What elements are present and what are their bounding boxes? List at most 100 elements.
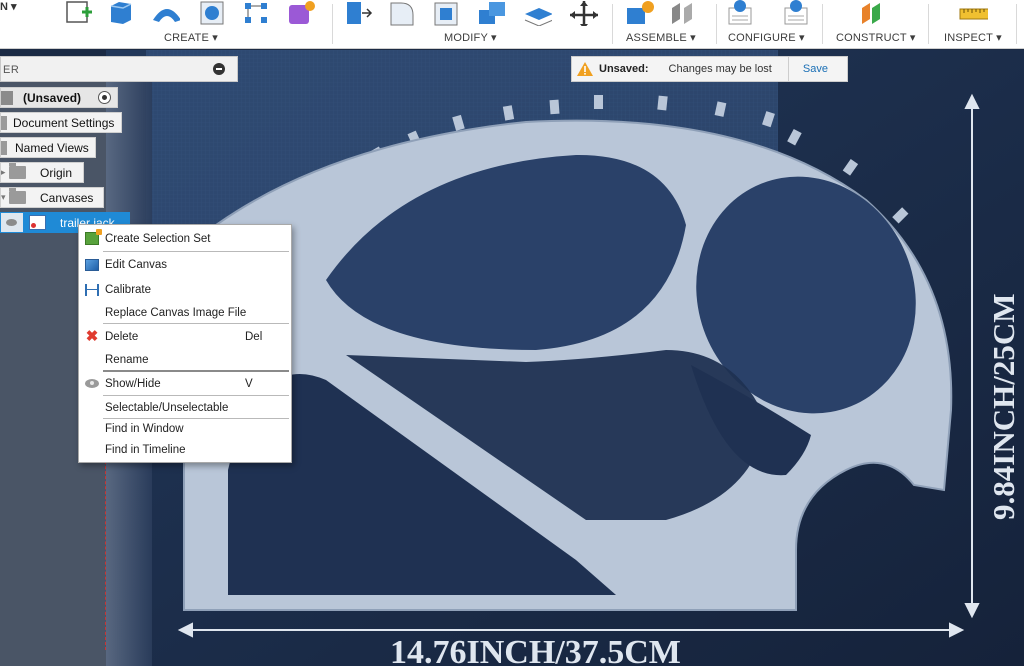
settings-icon [1, 115, 7, 130]
menu-item-label: Replace Canvas Image File [105, 306, 247, 319]
root-label: (Unsaved) [23, 90, 82, 105]
canvas-image-icon [29, 215, 46, 230]
form-icon[interactable] [286, 0, 316, 26]
document-icon [1, 90, 13, 105]
configure-group: CONFIGURE ▾ [722, 0, 818, 49]
menu-item-label: Show/Hide [105, 377, 161, 390]
menu-item-label: Find in Timeline [105, 443, 186, 456]
new-component-icon[interactable] [624, 0, 654, 26]
eye-icon [85, 379, 99, 388]
create-group: CREATE ▾ [60, 0, 330, 49]
menu-separator [103, 323, 289, 324]
fillet-icon[interactable] [388, 0, 418, 26]
modify-group: MODIFY ▾ [340, 0, 620, 49]
activate-radio-icon[interactable] [98, 91, 111, 104]
folder-icon [9, 188, 26, 204]
folder-icon [9, 163, 26, 179]
assemble-group: ASSEMBLE ▾ [618, 0, 716, 49]
origin-label: Origin [40, 165, 73, 180]
toolbar-divider [822, 4, 823, 44]
pattern-icon[interactable] [242, 0, 272, 26]
tree-node-named-views[interactable]: Named Views [0, 137, 96, 158]
inspect-group: INSPECT ▾ [934, 0, 1014, 49]
shortcut-label: Del [245, 330, 263, 343]
toolbar-divider [928, 4, 929, 44]
width-annotation: 14.76INCH/37.5CM [390, 634, 681, 666]
unsaved-notification: Unsaved: Changes may be lost Save [571, 56, 848, 82]
save-link[interactable]: Save [803, 63, 828, 75]
shortcut-label: V [245, 377, 253, 390]
canvases-label: Canvases [40, 190, 94, 205]
construct-group: CONSTRUCT ▾ [828, 0, 924, 49]
menu-item-find-in-window[interactable]: Find in Window [79, 418, 291, 439]
menu-item-label: Find in Window [105, 422, 184, 435]
create-menu[interactable]: CREATE ▾ [164, 31, 218, 44]
calibrate-icon [85, 283, 99, 296]
toolbar-divider [1016, 4, 1017, 44]
named-views-label: Named Views [15, 140, 89, 155]
configure-menu[interactable]: CONFIGURE ▾ [728, 31, 805, 44]
tree-node-document-settings[interactable]: Document Settings [0, 112, 122, 133]
menu-item-delete[interactable]: ✖ Delete Del [79, 326, 291, 347]
menu-item-show-hide[interactable]: Show/Hide V [79, 373, 291, 394]
menu-item-selectable[interactable]: Selectable/Unselectable [79, 397, 291, 418]
divider [787, 56, 789, 82]
selection-set-icon [85, 229, 102, 245]
menu-item-create-selection-set[interactable]: Create Selection Set [79, 228, 291, 249]
measure-icon[interactable] [958, 0, 988, 26]
edit-canvas-icon [85, 258, 99, 271]
unsaved-label: Unsaved: [599, 63, 649, 75]
modify-menu[interactable]: MODIFY ▾ [444, 31, 497, 44]
hole-icon[interactable] [198, 0, 228, 26]
menu-item-label: Selectable/Unselectable [105, 401, 229, 414]
toolbar-divider [332, 4, 333, 44]
main-toolbar: N ▾ CREATE ▾ MODIFY ▾ ASSEMBLE ▾ CONFIGU… [0, 0, 1024, 49]
menu-item-label: Edit Canvas [105, 258, 168, 271]
revolve-icon[interactable] [150, 0, 180, 26]
inspect-menu[interactable]: INSPECT ▾ [944, 31, 1002, 44]
visibility-eye-icon[interactable] [1, 213, 23, 232]
menu-item-label: Delete [105, 330, 139, 343]
menu-item-find-in-timeline[interactable]: Find in Timeline [79, 439, 291, 460]
toolbar-divider [612, 4, 613, 44]
offset-face-icon[interactable] [522, 0, 552, 26]
unsaved-message: Changes may be lost [668, 63, 772, 75]
document-settings-label: Document Settings [13, 115, 115, 130]
browser-header: ER [0, 56, 238, 82]
menu-item-calibrate[interactable]: Calibrate [79, 279, 291, 300]
tree-node-root[interactable]: (Unsaved) [0, 87, 118, 108]
menu-item-label: Calibrate [105, 283, 152, 296]
configure-rule-icon[interactable] [782, 0, 812, 26]
menu-item-rename[interactable]: Rename [79, 349, 291, 370]
new-sketch-icon[interactable] [64, 0, 94, 26]
warning-icon [577, 62, 593, 76]
menu-item-label: Rename [105, 353, 149, 366]
offset-plane-icon[interactable] [858, 0, 888, 26]
menu-separator [103, 251, 289, 252]
delete-icon: ✖ [85, 328, 99, 345]
extrude-icon[interactable] [106, 0, 136, 26]
menu-separator [103, 395, 289, 396]
tree-node-canvases[interactable]: ▾ Canvases [0, 187, 104, 208]
combine-icon[interactable] [476, 0, 506, 26]
workspace-switcher[interactable]: N ▾ [0, 0, 17, 13]
shell-icon[interactable] [432, 0, 462, 26]
menu-separator [103, 370, 289, 372]
tree-node-origin[interactable]: ▸ Origin [0, 162, 84, 183]
browser-title: ER [3, 64, 20, 76]
move-copy-icon[interactable] [568, 0, 598, 26]
configure-table-icon[interactable] [726, 0, 756, 26]
expand-arrow-icon[interactable]: ▾ [1, 192, 9, 203]
construct-menu[interactable]: CONSTRUCT ▾ [836, 31, 916, 44]
expand-arrow-icon[interactable]: ▸ [1, 167, 9, 178]
height-annotation: 9.84INCH/25CM [986, 293, 1021, 520]
press-pull-icon[interactable] [344, 0, 374, 26]
menu-item-edit-canvas[interactable]: Edit Canvas [79, 254, 291, 275]
joint-icon[interactable] [668, 0, 698, 26]
toolbar-divider [716, 4, 717, 44]
views-icon [1, 140, 7, 155]
menu-item-replace-canvas-image[interactable]: Replace Canvas Image File [79, 302, 291, 323]
assemble-menu[interactable]: ASSEMBLE ▾ [626, 31, 696, 44]
menu-item-label: Create Selection Set [105, 232, 211, 245]
collapse-browser-icon[interactable] [213, 63, 225, 75]
